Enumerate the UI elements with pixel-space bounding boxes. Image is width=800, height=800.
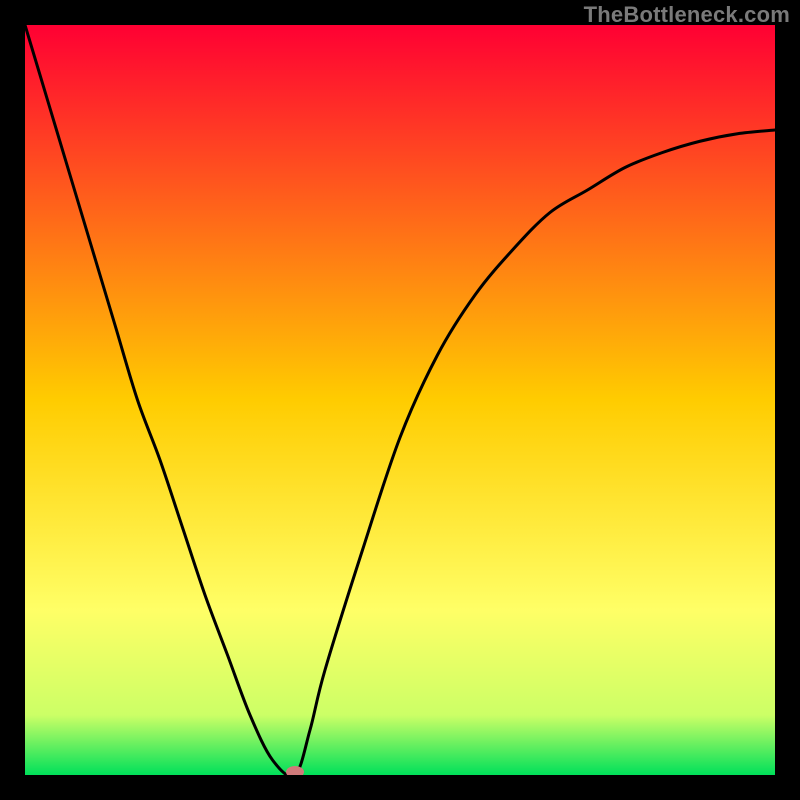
chart-frame [25, 25, 775, 775]
bottleneck-chart [25, 25, 775, 775]
attribution-text: TheBottleneck.com [584, 2, 790, 28]
